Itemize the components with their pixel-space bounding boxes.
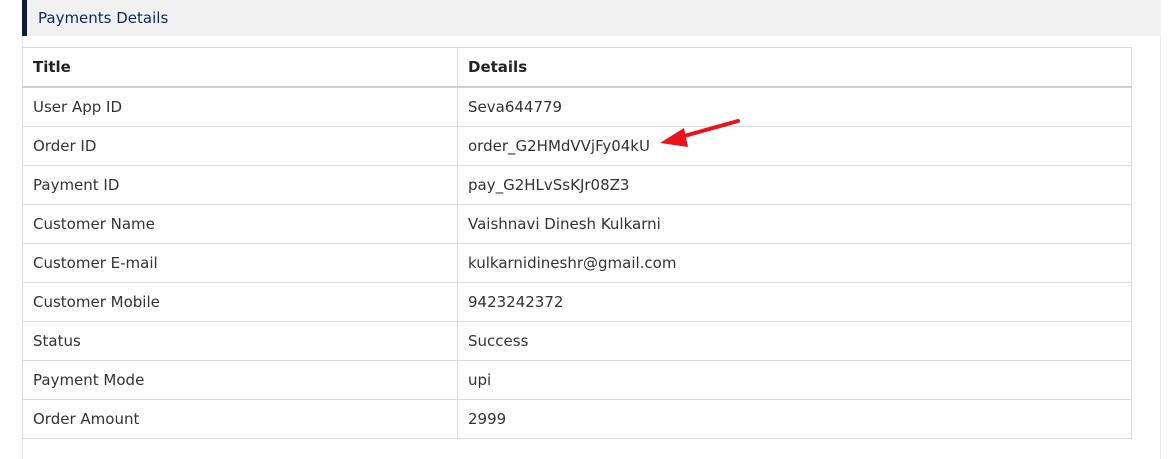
row-details-cell: Success — [457, 321, 1132, 361]
row-title-cell: Order ID — [22, 126, 458, 166]
row-title-cell: Customer Name — [22, 204, 458, 244]
row-details-cell: Vaishnavi Dinesh Kulkarni — [457, 204, 1132, 244]
row-title-cell: Status — [22, 321, 458, 361]
table-row: Order Amount 2999 — [22, 399, 1132, 439]
red-arrow-icon — [660, 119, 740, 147]
table-row: Order ID order_G2HMdVVjFy04kU — [22, 126, 1132, 166]
table-row: Payment ID pay_G2HLvSsKJr08Z3 — [22, 165, 1132, 205]
panel-title: Payments Details — [38, 9, 169, 27]
row-title-cell: Customer E-mail — [22, 243, 458, 283]
column-header-details: Details — [457, 47, 1132, 88]
row-title-cell: Order Amount — [22, 399, 458, 439]
table-row: Payment Mode upi — [22, 360, 1132, 400]
table-row: Customer E-mail kulkarnidineshr@gmail.co… — [22, 243, 1132, 283]
page: Payments Details Title Details User App … — [0, 0, 1168, 459]
table-header-row: Title Details — [22, 47, 1132, 88]
row-title-cell: User App ID — [22, 86, 458, 127]
table-row: User App ID Seva644779 — [22, 86, 1132, 127]
row-title-cell: Payment ID — [22, 165, 458, 205]
row-details-cell: upi — [457, 360, 1132, 400]
row-details-cell: 9423242372 — [457, 282, 1132, 322]
payments-details-table: Title Details User App ID Seva644779 Ord… — [22, 47, 1132, 439]
table-row: Customer Mobile 9423242372 — [22, 282, 1132, 322]
column-header-title: Title — [22, 47, 458, 88]
table-row: Customer Name Vaishnavi Dinesh Kulkarni — [22, 204, 1132, 244]
row-details-cell: Seva644779 — [457, 86, 1132, 127]
row-details-cell: 2999 — [457, 399, 1132, 439]
row-details-cell: kulkarnidineshr@gmail.com — [457, 243, 1132, 283]
row-title-cell: Customer Mobile — [22, 282, 458, 322]
table-row: Status Success — [22, 321, 1132, 361]
row-details-cell: pay_G2HLvSsKJr08Z3 — [457, 165, 1132, 205]
panel-header: Payments Details — [22, 0, 1161, 36]
row-title-cell: Payment Mode — [22, 360, 458, 400]
row-details-cell: order_G2HMdVVjFy04kU — [457, 126, 1132, 166]
